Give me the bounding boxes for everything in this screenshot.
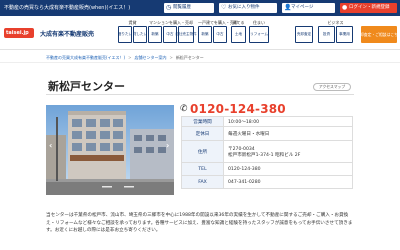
photo-next-arrow[interactable]: › (166, 141, 169, 150)
nav-house-used[interactable]: 中古 (213, 26, 227, 43)
consult-button[interactable]: 売却査定・ご相談はこちら (356, 26, 400, 43)
nav-house-new[interactable]: 新築 (198, 26, 212, 43)
top-bar: 不動産の売買なら大成有楽不動産販売(when)(イエス！) ◷ 閲覧履歴 ♡ お… (0, 0, 400, 16)
nav-group-rent: 賃貸 借りたい 貸したい (118, 20, 147, 43)
heart-icon: ♡ (221, 4, 227, 11)
nav-assessment[interactable]: 売却査定 (295, 26, 313, 43)
site-tagline: 不動産の売買なら大成有楽不動産販売(when)(イエス！) (4, 5, 131, 11)
store-description: 当センターは千葉県の松戸市、流山市、埼玉県の三郷市を中心に1988年の開設以来3… (46, 213, 353, 233)
info-value: 047-341-0280 (223, 175, 353, 189)
access-map-button[interactable]: アクセスマップ (313, 83, 351, 91)
table-row: 定休日 毎週火曜日・水曜日 (181, 126, 353, 141)
mypage-link-label: マイページ (291, 5, 314, 10)
favorites-link-label: お気に入り物件 (228, 5, 260, 10)
breadcrumb-home[interactable]: 不動産の売買大成有楽不動産販売(イエス！) (46, 55, 125, 60)
table-row: FAX 047-341-0280 (181, 175, 353, 189)
nav-mansion-new[interactable]: 新築 (148, 26, 162, 43)
store-photo (46, 105, 174, 195)
info-value: 毎週火曜日・水曜日 (223, 126, 353, 141)
user-icon: 👤 (284, 4, 292, 11)
breadcrumb-separator: > (169, 55, 173, 60)
info-key: 営業時間 (181, 116, 224, 127)
nav-invest[interactable]: 投資 (318, 26, 335, 43)
login-user-icon: ● (342, 4, 348, 11)
info-key: TEL (181, 162, 224, 176)
breadcrumb: 不動産の売買大成有楽不動産販売(イエス！) > 店舗センター案内 > 新松戸センター (46, 55, 204, 61)
info-key: 定休日 (181, 126, 224, 141)
info-value: 0120-124-380 (223, 162, 353, 176)
nav-rent-borrow[interactable]: 借りたい (118, 26, 132, 43)
nav-group-assess: 売却査定 (295, 20, 313, 43)
photo-prev-arrow[interactable]: ‹ (49, 141, 52, 150)
login-button-label: ログイン・新規登録 (349, 5, 390, 10)
history-link-label: 閲覧履歴 (173, 5, 191, 10)
info-value: 〒270-0034 松戸市新松戸1-374-1 昭和ビル 2F (223, 140, 353, 163)
login-button[interactable]: ● ログイン・新規登録 (340, 3, 397, 13)
phone-icon: ✆ (180, 104, 188, 114)
table-row: TEL 0120-124-380 (181, 162, 353, 176)
info-key: FAX (181, 175, 224, 189)
clock-icon: ◷ (166, 4, 172, 11)
divider (0, 62, 400, 63)
mypage-link[interactable]: 👤 マイページ (282, 3, 335, 13)
nav-rent-lend[interactable]: 貸したい (133, 26, 147, 43)
breadcrumb-stores[interactable]: 店舗センター案内 (134, 55, 166, 60)
nav-mansion-own[interactable]: 自社売主物件 (175, 26, 197, 43)
nav-business[interactable]: 事業用 (336, 26, 353, 43)
page-title: 新松戸センター (48, 80, 125, 93)
history-link[interactable]: ◷ 閲覧履歴 (164, 3, 214, 13)
breadcrumb-current: 新松戸センター (175, 55, 204, 60)
nav-group-living: 住まい リフォーム (249, 20, 269, 43)
info-key: 住所 (181, 140, 224, 163)
site-header: taisei.jp 大成有楽不動産販売 賃貸 借りたい 貸したい マンションを購… (0, 16, 400, 50)
nav-land[interactable]: 土地 (231, 26, 246, 43)
address: 松戸市新松戸1-374-1 昭和ビル 2F (228, 152, 301, 158)
divider (46, 94, 354, 95)
nav-group-mansion: マンションを購入・売却 新築 中古 自社売主物件 (148, 20, 197, 43)
nav-group-build: 建てる 土地 (231, 20, 246, 43)
company-name: 大成有楽不動産販売 (40, 31, 95, 38)
logo-text: taisei.jp (6, 30, 29, 36)
table-row: 住所 〒270-0034 松戸市新松戸1-374-1 昭和ビル 2F (181, 140, 353, 163)
table-row: 営業時間 10:00〜18:00 (181, 116, 353, 127)
nav-reform[interactable]: リフォーム (249, 26, 269, 43)
phone-number[interactable]: 0120-124-380 (190, 102, 286, 116)
breadcrumb-separator: > (128, 55, 132, 60)
store-info-table: 営業時間 10:00〜18:00 定休日 毎週火曜日・水曜日 住所 〒270-0… (181, 116, 353, 189)
favorites-link[interactable]: ♡ お気に入り物件 (219, 3, 277, 13)
info-value: 10:00〜18:00 (223, 116, 353, 127)
nav-group-business: ビジネス 投資 事業用 (318, 20, 353, 43)
